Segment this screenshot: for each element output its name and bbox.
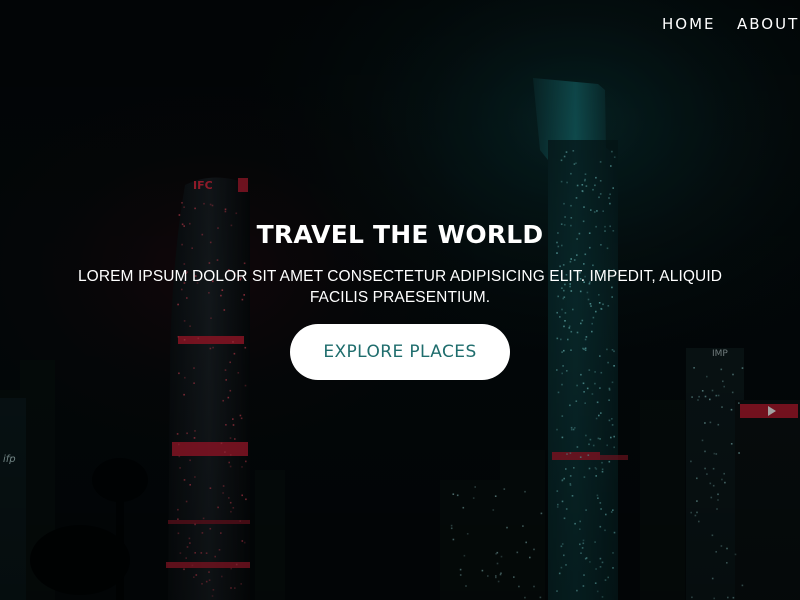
hero-title: TRAVEL THE WORLD: [256, 220, 544, 249]
explore-places-button[interactable]: EXPLORE PLACES: [290, 324, 510, 380]
top-nav: HOME ABOUT: [0, 0, 800, 48]
nav-home-link[interactable]: HOME: [662, 15, 716, 33]
hero-content: TRAVEL THE WORLD LOREM IPSUM DOLOR SIT A…: [0, 218, 800, 380]
hero-subtitle: LOREM IPSUM DOLOR SIT AMET CONSECTETUR A…: [77, 268, 723, 306]
hero-section: ifp IFC IMP: [0, 0, 800, 600]
nav-about-link[interactable]: ABOUT: [737, 15, 799, 33]
